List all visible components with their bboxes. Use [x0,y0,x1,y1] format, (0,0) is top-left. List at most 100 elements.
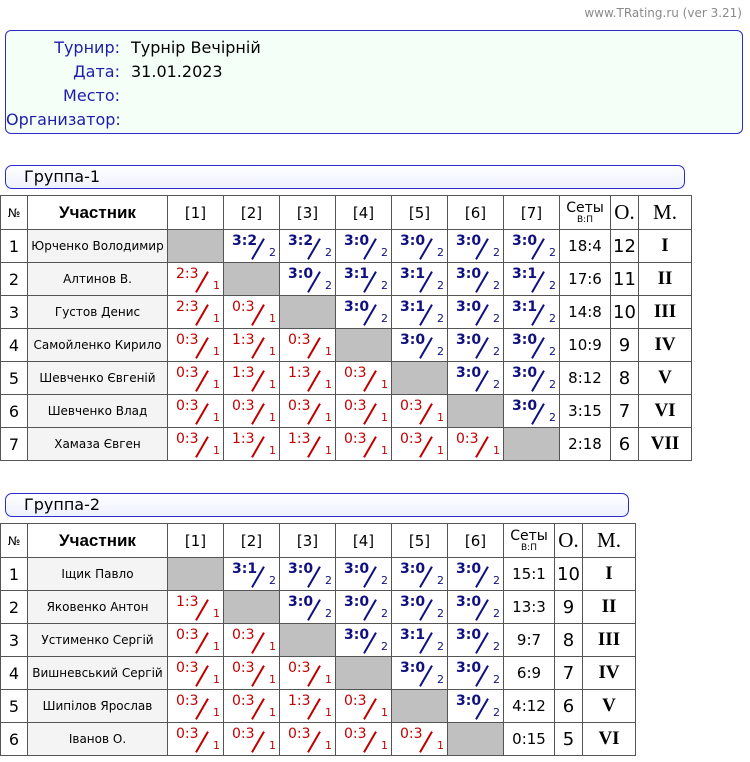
match-score: 2:3 [176,266,199,282]
match-result-cell: 3:0 2 [391,328,448,362]
match-score: 3:1 [400,627,426,643]
match-score: 3:0 [456,266,482,282]
match-points: 2 [493,345,500,358]
header-opponent-column: [2] [223,195,280,230]
match-points: 2 [437,640,444,653]
place-value: III [638,295,692,329]
match-points: 1 [269,739,276,752]
match-result-cell: 0:3 1 [335,689,392,723]
match-result-cell: 0:3 1 [223,656,280,690]
row-number: 7 [0,427,28,461]
table-row: 2 Алтинов В. 2:3 1 3:0 2 3:1 2 3:1 2 3:0 2 3:1 2 17:6 1… [0,262,692,296]
match-result-cell: 3:0 2 [279,590,336,624]
match-points: 1 [381,444,388,457]
participant-name: Хамаза Євген [27,427,168,461]
table-row: 6 Шевченко Влад 0:3 1 0:3 1 0:3 1 0:3 1 0:3 1 3:0 2 3:… [0,394,692,428]
match-points: 1 [269,345,276,358]
match-points: 1 [213,640,220,653]
group-table: № Участник [1] [2] [3] [4] [5] [6] Сеты В:П О. М. 1 І… [0,523,636,756]
match-score: 1:3 [176,594,199,610]
match-points: 2 [269,574,276,587]
sets-value: 9:7 [503,623,555,657]
match-score: 0:3 [176,365,199,381]
table-row: 6 Іванов О. 0:3 1 0:3 1 0:3 1 0:3 1 0:3 1 0:15 5 VI [0,722,636,756]
match-points: 1 [325,739,332,752]
match-result-cell: 0:3 1 [223,623,280,657]
sets-value: 8:12 [559,361,611,395]
match-points: 1 [213,345,220,358]
match-score: 3:1 [344,266,370,282]
table-row: 4 Вишневський Сергій 0:3 1 0:3 1 0:3 1 3:0 2 3:0 2 6… [0,656,636,690]
match-points: 2 [493,640,500,653]
header-sets: Сеты В:П [503,523,555,558]
row-number: 3 [0,295,28,329]
header-opponent-column: [4] [335,523,392,558]
match-points: 1 [213,673,220,686]
sets-value: 14:8 [559,295,611,329]
points-value: 11 [610,262,639,296]
header-opponent-column: [6] [447,195,504,230]
match-points: 1 [381,411,388,424]
match-result-cell: 1:3 1 [223,427,280,461]
match-score: 3:0 [288,266,314,282]
info-label: Организатор: [6,110,121,129]
match-points: 2 [549,345,556,358]
match-result-cell: 3:0 2 [447,229,504,263]
match-result-cell: 0:3 1 [167,656,224,690]
info-row-tournament: Турнир: Турнір Вечірній [6,38,742,62]
table-row: 1 Іщик Павло 3:1 2 3:0 2 3:0 2 3:0 2 3:0 2 15:1 10 I [0,557,636,591]
match-score: 0:3 [288,726,311,742]
row-number: 6 [0,394,28,428]
place-value: VI [582,722,636,756]
match-score: 3:1 [512,266,538,282]
match-result-cell: 3:1 2 [391,295,448,329]
match-score: 0:3 [400,726,423,742]
sets-value: 15:1 [503,557,555,591]
header-opponent-column: [7] [503,195,560,230]
match-points: 1 [269,444,276,457]
header-place: М. [582,523,636,558]
place-value: V [638,361,692,395]
table-row: 3 Густов Денис 2:3 1 0:3 1 3:0 2 3:1 2 3:0 2 3:1 2 14:… [0,295,692,329]
group-title: Группа-2 [5,493,629,517]
header-participant: Участник [27,523,168,558]
match-result-cell: 3:1 2 [391,262,448,296]
self-match-cell [335,656,392,690]
sets-value: 3:15 [559,394,611,428]
match-score: 0:3 [176,431,199,447]
match-points: 2 [493,574,500,587]
match-result-cell: 3:0 2 [279,557,336,591]
participant-name: Юрченко Володимир [27,229,168,263]
header-opponent-column: [4] [335,195,392,230]
match-score: 0:3 [232,660,255,676]
self-match-cell [391,361,448,395]
match-score: 2:3 [176,299,199,315]
points-value: 9 [610,328,639,362]
match-result-cell: 1:3 1 [167,590,224,624]
header-place: М. [638,195,692,230]
group-title: Группа-1 [5,165,685,189]
self-match-cell [223,590,280,624]
match-points: 1 [325,706,332,719]
place-value: IV [582,656,636,690]
match-points: 2 [549,411,556,424]
match-result-cell: 0:3 1 [167,689,224,723]
match-points: 1 [437,411,444,424]
match-points: 2 [437,246,444,259]
match-result-cell: 0:3 1 [335,361,392,395]
match-result-cell: 3:1 2 [503,262,560,296]
match-score: 3:0 [400,660,426,676]
match-result-cell: 0:3 1 [223,689,280,723]
sets-value: 13:3 [503,590,555,624]
match-result-cell: 3:0 2 [391,557,448,591]
match-result-cell: 3:0 2 [335,590,392,624]
header-number: № [0,523,28,558]
match-result-cell: 3:1 2 [335,262,392,296]
sets-value: 4:12 [503,689,555,723]
match-points: 1 [213,607,220,620]
header-number: № [0,195,28,230]
match-points: 1 [381,378,388,391]
match-result-cell: 3:0 2 [503,394,560,428]
match-result-cell: 1:3 1 [279,427,336,461]
match-points: 1 [325,378,332,391]
